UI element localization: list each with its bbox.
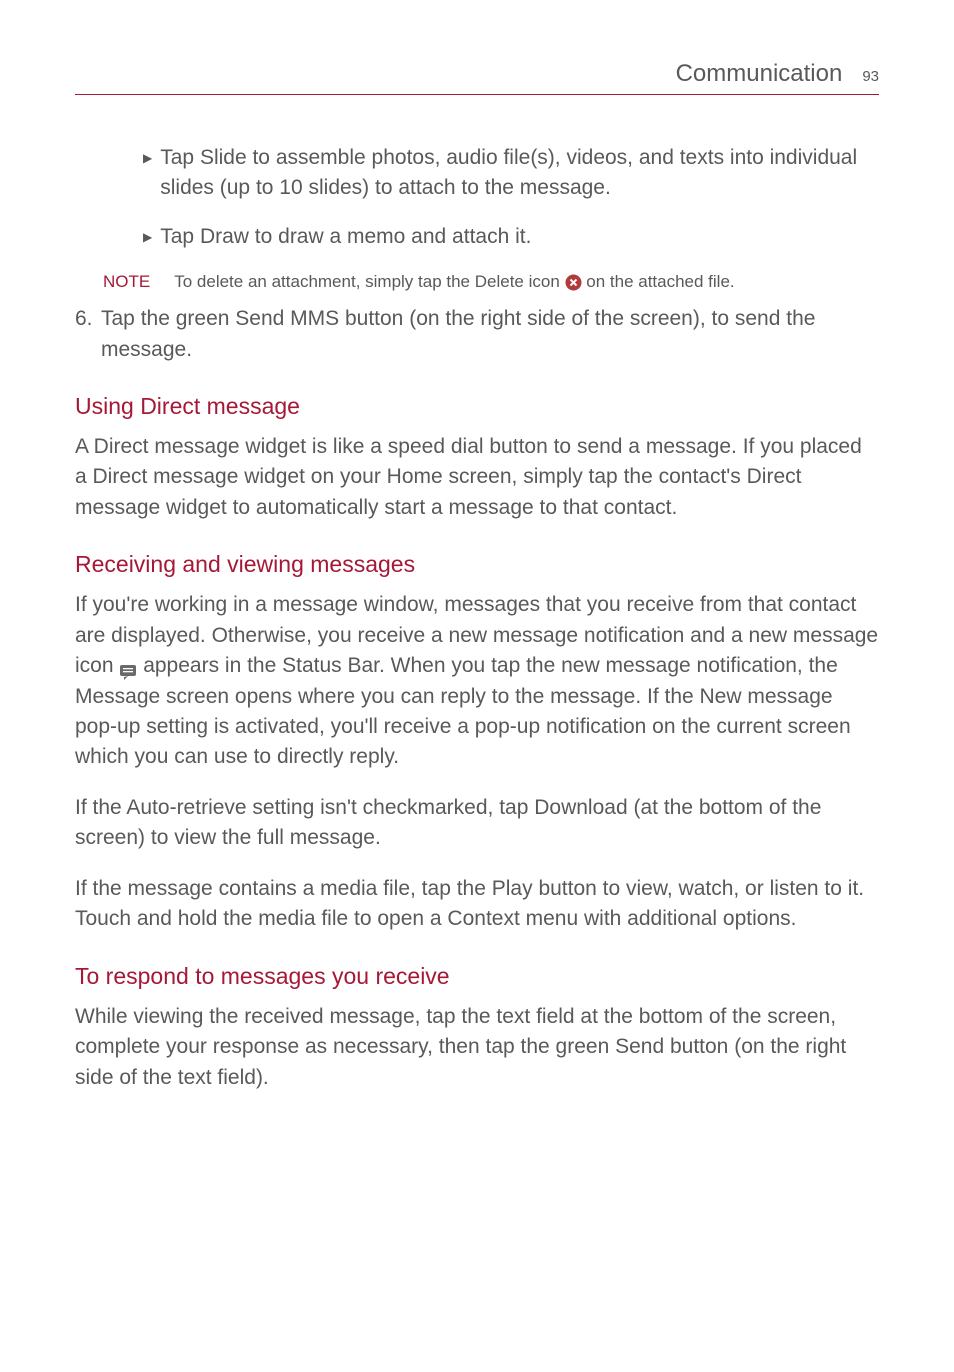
paragraph-play: If the message contains a media file, ta… [75,874,879,935]
section-title: Communication [676,60,843,88]
step-text: Tap the green Send MMS button (on the ri… [101,304,879,365]
note: NOTETo delete an attachment, simply tap … [103,270,879,294]
heading-receiving: Receiving and viewing messages [75,551,879,578]
message-icon [119,659,137,675]
delete-icon [565,274,582,291]
bullet-draw: ▶ Tap Draw to draw a memo and attach it. [143,222,879,252]
paragraph-respond: While viewing the received message, tap … [75,1002,879,1093]
page-number: 93 [862,68,879,85]
bullet-slide: ▶ Tap Slide to assemble photos, audio fi… [143,143,879,204]
heading-respond: To respond to messages you receive [75,963,879,990]
bullet-marker-icon: ▶ [143,150,152,204]
note-label: NOTE [103,272,150,291]
bullet-marker-icon: ▶ [143,229,152,252]
heading-direct-message: Using Direct message [75,393,879,420]
step-6: 6. Tap the green Send MMS button (on the… [75,304,879,365]
paragraph-direct-message: A Direct message widget is like a speed … [75,432,879,523]
paragraph-download: If the Auto-retrieve setting isn't check… [75,793,879,854]
bullet-text: Tap Slide to assemble photos, audio file… [160,143,879,204]
step-number: 6. [75,304,101,365]
bullet-text: Tap Draw to draw a memo and attach it. [160,222,879,252]
page-header: Communication 93 [75,60,879,95]
paragraph-receiving-1: If you're working in a message window, m… [75,590,879,773]
